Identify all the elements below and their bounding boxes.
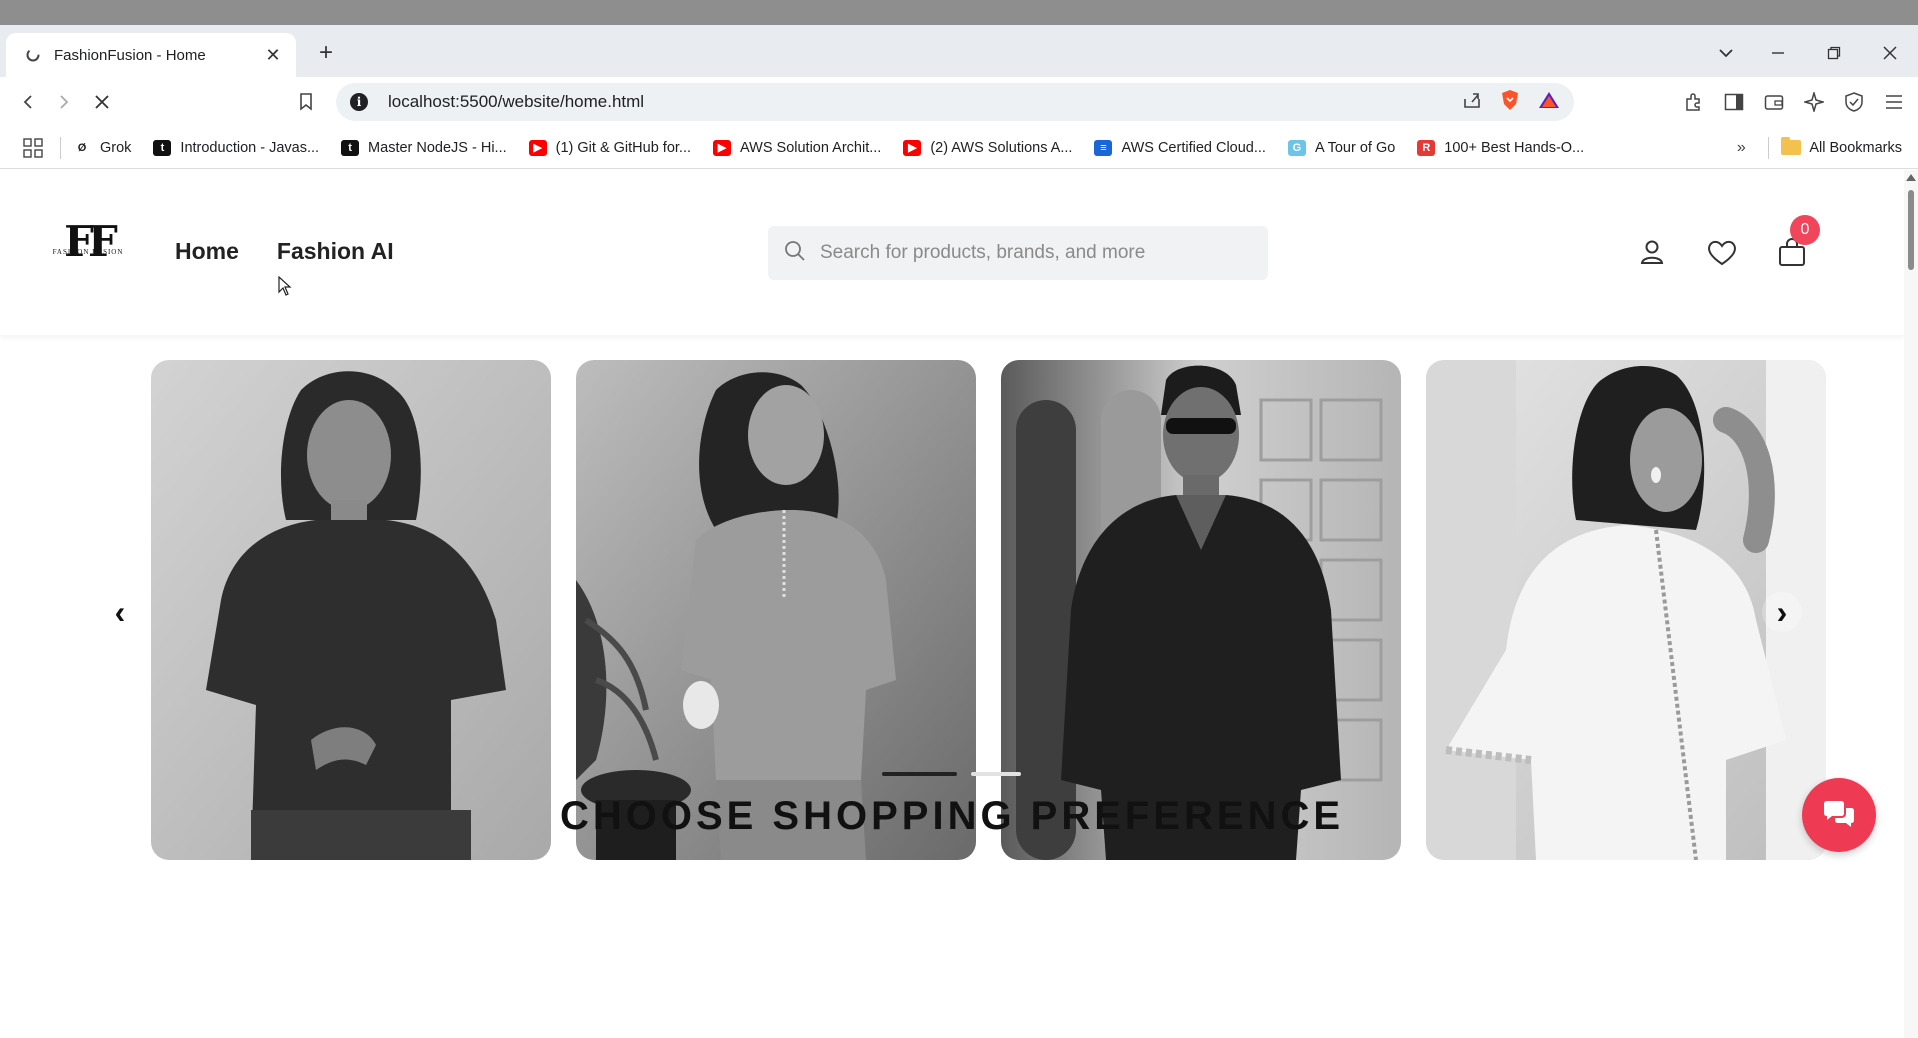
bookmark-label: Grok bbox=[100, 139, 132, 156]
bookmarks-bar: Ø Grok t Introduction - Javas... t Master Nod… bbox=[0, 127, 1918, 169]
tab-active[interactable]: FashionFusion - Home ✕ bbox=[6, 33, 296, 77]
site-info-icon[interactable]: i bbox=[350, 93, 368, 111]
bookmark-item[interactable]: G A Tour of Go bbox=[1287, 139, 1396, 156]
address-toolbar: i localhost:5500/website/home.html bbox=[0, 77, 1918, 127]
tab-title: FashionFusion - Home bbox=[54, 46, 206, 64]
search-input[interactable] bbox=[820, 242, 1252, 264]
desktop-strip bbox=[0, 0, 1918, 25]
stop-loading-icon[interactable] bbox=[86, 86, 118, 118]
bookmark-item[interactable]: ≡ AWS Certified Cloud... bbox=[1094, 139, 1266, 156]
brave-rewards-icon[interactable] bbox=[1538, 90, 1560, 115]
bookmark-item[interactable]: ▶ (2) AWS Solutions A... bbox=[903, 139, 1073, 156]
carousel-dot-2[interactable] bbox=[971, 772, 1021, 776]
close-tab-icon[interactable]: ✕ bbox=[262, 45, 284, 66]
bookmark-label: Master NodeJS - Hi... bbox=[368, 139, 507, 156]
toolbar-icons bbox=[1678, 86, 1918, 118]
slide-woman-kurta[interactable] bbox=[576, 360, 976, 860]
more-bookmarks-icon[interactable]: » bbox=[1726, 139, 1756, 157]
main-nav: Home Fashion AI bbox=[175, 238, 394, 265]
logo-mark: FF bbox=[64, 217, 118, 266]
youtube-icon: ▶ bbox=[903, 139, 922, 156]
sidebar-icon[interactable] bbox=[1718, 86, 1750, 118]
bookmarks-divider bbox=[60, 136, 61, 159]
bookmark-item[interactable]: R 100+ Best Hands-O... bbox=[1417, 139, 1585, 156]
leo-ai-icon[interactable] bbox=[1798, 86, 1830, 118]
all-bookmarks-folder[interactable]: All Bookmarks bbox=[1768, 136, 1902, 159]
restore-icon[interactable] bbox=[1814, 37, 1854, 69]
slide-man-dark-shirt[interactable] bbox=[1001, 360, 1401, 860]
carousel-dot-1[interactable] bbox=[882, 772, 957, 776]
cart-count-badge: 0 bbox=[1790, 215, 1820, 245]
apps-grid-icon[interactable] bbox=[16, 132, 50, 164]
chat-bubbles-icon bbox=[1824, 801, 1854, 827]
close-window-icon[interactable] bbox=[1870, 37, 1910, 69]
bookmark-label: Introduction - Javas... bbox=[180, 139, 320, 156]
grok-icon: Ø bbox=[77, 141, 87, 154]
browser-window: FashionFusion - Home ✕ + i localhost:550… bbox=[0, 0, 1918, 1038]
page-viewport: FF Fashion Fusion Home Fashion AI bbox=[0, 170, 1918, 1038]
page-scrollbar[interactable] bbox=[1904, 170, 1918, 1038]
bookmark-label: AWS Solution Archit... bbox=[740, 139, 882, 156]
menu-icon[interactable] bbox=[1878, 86, 1910, 118]
logo-subtitle: Fashion Fusion bbox=[52, 248, 124, 256]
folder-icon bbox=[1781, 137, 1802, 155]
bookmark-item[interactable]: ▶ (1) Git & GitHub for... bbox=[528, 139, 692, 156]
address-bar[interactable]: i localhost:5500/website/home.html bbox=[336, 83, 1574, 121]
carousel-dots bbox=[882, 772, 1021, 776]
r-icon: R bbox=[1417, 139, 1436, 156]
t-icon: t bbox=[153, 139, 172, 156]
slide-woman-black-tee[interactable] bbox=[151, 360, 551, 860]
vpn-shield-icon[interactable] bbox=[1838, 86, 1870, 118]
minimize-icon[interactable] bbox=[1758, 37, 1798, 69]
bookmark-item[interactable]: ▶ AWS Solution Archit... bbox=[713, 139, 882, 156]
new-tab-button[interactable]: + bbox=[312, 39, 340, 67]
t-icon: t bbox=[341, 139, 360, 156]
all-bookmarks-label: All Bookmarks bbox=[1809, 139, 1902, 156]
site-logo[interactable]: FF Fashion Fusion bbox=[46, 220, 130, 276]
back-icon[interactable] bbox=[12, 86, 44, 118]
bookmark-label: (1) Git & GitHub for... bbox=[555, 139, 692, 156]
bookmark-item[interactable]: t Master NodeJS - Hi... bbox=[341, 139, 507, 156]
carousel-next-button[interactable]: › bbox=[1762, 592, 1802, 632]
extensions-icon[interactable] bbox=[1678, 86, 1710, 118]
forward-icon[interactable] bbox=[48, 86, 80, 118]
site-header: FF Fashion Fusion Home Fashion AI bbox=[0, 170, 1904, 335]
url-text[interactable]: localhost:5500/website/home.html bbox=[388, 92, 1462, 112]
account-icon[interactable] bbox=[1632, 232, 1672, 272]
bookmark-item[interactable]: t Introduction - Javas... bbox=[153, 139, 320, 156]
bookmark-label: AWS Certified Cloud... bbox=[1121, 139, 1266, 156]
bookmark-label: A Tour of Go bbox=[1314, 139, 1396, 156]
share-icon[interactable] bbox=[1462, 91, 1482, 114]
bookmark-page-icon[interactable] bbox=[290, 86, 322, 118]
tab-search-icon[interactable] bbox=[1706, 37, 1746, 69]
section-title: CHOOSE SHOPPING PREFERENCE bbox=[559, 794, 1345, 838]
loading-icon bbox=[24, 46, 42, 64]
youtube-icon: ▶ bbox=[713, 139, 732, 156]
search-icon bbox=[784, 240, 806, 267]
hero-carousel: ‹ › bbox=[0, 360, 1904, 860]
nav-fashion-ai[interactable]: Fashion AI bbox=[277, 238, 394, 265]
bookmark-item[interactable]: Ø Grok bbox=[73, 139, 132, 156]
wallet-icon[interactable] bbox=[1758, 86, 1790, 118]
bookmark-label: 100+ Best Hands-O... bbox=[1444, 139, 1585, 156]
bookmark-list: Ø Grok t Introduction - Javas... t Master Nod… bbox=[73, 139, 1726, 156]
scroll-thumb[interactable] bbox=[1908, 190, 1914, 270]
scroll-up-arrow[interactable] bbox=[1906, 174, 1916, 181]
doc-icon: ≡ bbox=[1094, 139, 1113, 156]
bookmark-label: (2) AWS Solutions A... bbox=[930, 139, 1073, 156]
product-search[interactable] bbox=[768, 226, 1268, 280]
nav-home[interactable]: Home bbox=[175, 238, 239, 265]
carousel-prev-button[interactable]: ‹ bbox=[100, 592, 140, 632]
brave-shield-icon[interactable] bbox=[1500, 89, 1520, 116]
youtube-icon: ▶ bbox=[528, 139, 547, 156]
chat-button[interactable] bbox=[1802, 778, 1876, 852]
tab-bar: FashionFusion - Home ✕ + bbox=[0, 25, 1918, 77]
wishlist-heart-icon[interactable] bbox=[1702, 232, 1742, 272]
gopher-icon: G bbox=[1287, 139, 1306, 156]
